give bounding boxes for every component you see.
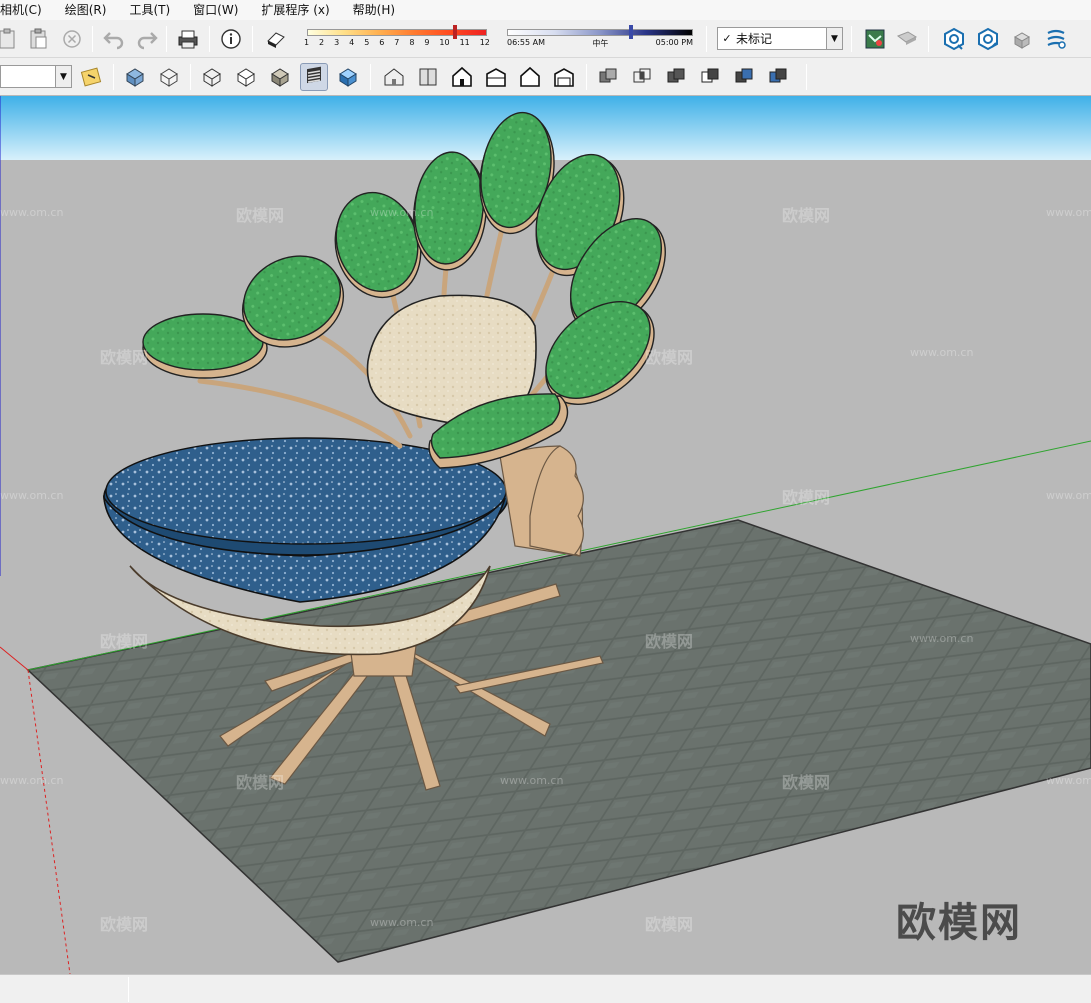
shadow-tick: 9 xyxy=(424,38,430,47)
front-view-icon[interactable] xyxy=(448,63,476,91)
style-dropdown[interactable]: ▼ xyxy=(0,65,72,88)
undo-icon[interactable] xyxy=(100,25,128,53)
right-view-icon[interactable] xyxy=(482,63,510,91)
toolbar-standard: 1 2 3 4 5 6 7 8 9 10 11 12 06:55 AM 中午 0… xyxy=(0,20,1091,58)
print-icon[interactable] xyxy=(174,25,202,53)
menu-camera[interactable]: 相机(C) xyxy=(0,0,49,20)
menu-window[interactable]: 窗口(W) xyxy=(193,0,245,20)
shadow-tick: 10 xyxy=(439,38,450,47)
shaded-icon[interactable] xyxy=(266,63,294,91)
shaded-textures-icon[interactable] xyxy=(300,63,328,91)
monochrome-icon[interactable] xyxy=(334,63,362,91)
menu-tools[interactable]: 工具(T) xyxy=(129,0,177,20)
wireframe-icon[interactable] xyxy=(198,63,226,91)
union-icon[interactable] xyxy=(662,63,690,91)
menu-help[interactable]: 帮助(H) xyxy=(353,0,402,20)
split-icon[interactable] xyxy=(764,63,792,91)
time-start-label: 06:55 AM xyxy=(507,38,545,47)
shadow-tick: 8 xyxy=(409,38,415,47)
share-component-icon[interactable] xyxy=(1008,25,1036,53)
viewport-canvas xyxy=(0,96,1091,974)
geo-location-icon[interactable] xyxy=(861,25,889,53)
chevron-down-icon[interactable]: ▼ xyxy=(826,28,842,49)
shadow-date-slider[interactable]: 1 2 3 4 5 6 7 8 9 10 11 12 xyxy=(303,25,491,53)
shadow-tick: 2 xyxy=(319,38,325,47)
erase-icon[interactable] xyxy=(58,25,86,53)
back-view-icon[interactable] xyxy=(516,63,544,91)
extension-warehouse-icon[interactable] xyxy=(1042,25,1070,53)
hidden-line-icon[interactable] xyxy=(232,63,260,91)
shadows-toggle-icon[interactable] xyxy=(262,25,290,53)
outer-shell-icon[interactable] xyxy=(594,63,622,91)
shadow-tick: 12 xyxy=(479,38,490,47)
brand-logo-text: 欧模网 xyxy=(896,900,1022,946)
intersect-icon[interactable] xyxy=(628,63,656,91)
share-model-icon[interactable] xyxy=(974,25,1002,53)
model-viewport[interactable]: 欧模网 欧模网 www.om.cn www.om.cn www.om.cn 欧模… xyxy=(0,96,1091,974)
menu-extensions[interactable]: 扩展程序 (x) xyxy=(261,0,336,20)
shadow-tick: 5 xyxy=(364,38,370,47)
top-view-icon[interactable] xyxy=(414,63,442,91)
ruby-console-icon[interactable] xyxy=(78,63,106,91)
menu-draw[interactable]: 绘图(R) xyxy=(65,0,114,20)
shadow-tick: 6 xyxy=(379,38,385,47)
xray-icon[interactable] xyxy=(121,63,149,91)
model-info-icon[interactable] xyxy=(217,25,245,53)
status-bar xyxy=(0,974,1091,1003)
time-end-label: 05:00 PM xyxy=(655,38,693,47)
shadow-tick: 7 xyxy=(394,38,400,47)
trim-icon[interactable] xyxy=(730,63,758,91)
shadow-tick: 11 xyxy=(459,38,470,47)
iso-view-icon[interactable] xyxy=(380,63,408,91)
shadow-slider-thumb[interactable] xyxy=(453,25,457,39)
clipboard-icon[interactable] xyxy=(24,25,52,53)
paste-icon[interactable] xyxy=(0,25,22,53)
sketchup-window: 相机(C) 绘图(R) 工具(T) 窗口(W) 扩展程序 (x) 帮助(H) 1… xyxy=(0,0,1091,1003)
subtract-icon[interactable] xyxy=(696,63,724,91)
tag-check-icon: ✓ xyxy=(722,32,732,45)
shadow-tick: 1 xyxy=(304,38,310,47)
tag-dropdown-value: 未标记 xyxy=(736,32,773,46)
left-view-icon[interactable] xyxy=(550,63,578,91)
back-edges-icon[interactable] xyxy=(155,63,183,91)
time-mid-label: 中午 xyxy=(592,39,609,48)
tag-dropdown[interactable]: ✓ 未标记 ▼ xyxy=(717,27,843,50)
warehouse-icon[interactable] xyxy=(940,25,968,53)
shadow-tick: 3 xyxy=(334,38,340,47)
photo-texture-icon[interactable] xyxy=(893,25,921,53)
toolbar-views: ▼ xyxy=(0,58,1091,96)
chevron-down-icon[interactable]: ▼ xyxy=(55,66,71,87)
shadow-time-slider[interactable]: 06:55 AM 中午 05:00 PM xyxy=(505,25,695,53)
menu-bar: 相机(C) 绘图(R) 工具(T) 窗口(W) 扩展程序 (x) 帮助(H) xyxy=(0,0,1091,20)
time-slider-thumb[interactable] xyxy=(629,25,633,39)
redo-icon[interactable] xyxy=(133,25,161,53)
shadow-tick: 4 xyxy=(349,38,355,47)
